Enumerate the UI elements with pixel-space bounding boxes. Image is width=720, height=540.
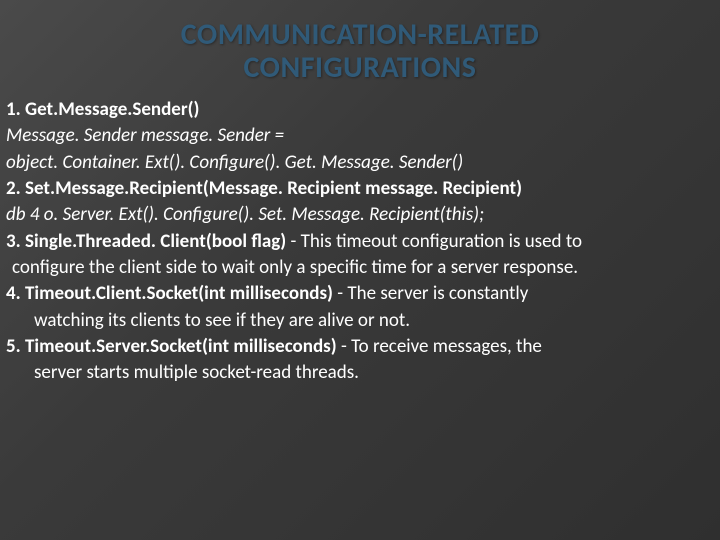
- title-line-1: COMMUNICATION-RELATED: [181, 16, 539, 53]
- item-1-head: Get.Message.Sender(): [25, 98, 199, 121]
- item-5-sep: -: [337, 335, 351, 358]
- item-1-code-b: object. Container. Ext(). Configure(). G…: [6, 151, 720, 175]
- item-5-num: 5.: [6, 335, 25, 358]
- slide-title: COMMUNICATION-RELATED CONFIGURATIONS: [0, 0, 720, 84]
- item-4-line-b: watching its clients to see if they are …: [6, 309, 720, 333]
- item-3-line-b: configure the client side to wait only a…: [6, 256, 720, 280]
- item-3-sep: -: [286, 230, 300, 253]
- item-2-head: Set.Message.Recipient(Message. Recipient…: [25, 177, 522, 200]
- item-3-desc-a: This timeout configuration is used to: [301, 230, 582, 253]
- item-5-head: Timeout.Server.Socket(int milliseconds): [25, 335, 337, 358]
- item-1-code-a: Message. Sender message. Sender =: [6, 124, 720, 148]
- item-5-desc-a: To receive messages, the: [351, 335, 542, 358]
- item-4-sep: -: [333, 282, 347, 305]
- item-4-num: 4.: [6, 282, 25, 305]
- slide-body: 1. Get.Message.Sender() Message. Sender …: [0, 84, 720, 385]
- item-3-head: Single.Threaded. Client(bool flag): [25, 230, 286, 253]
- item-1-num: 1.: [6, 98, 25, 121]
- item-2-heading: 2. Set.Message.Recipient(Message. Recipi…: [6, 177, 720, 201]
- item-2-num: 2.: [6, 177, 25, 200]
- item-5-line-b: server starts multiple socket-read threa…: [6, 361, 720, 385]
- slide: COMMUNICATION-RELATED CONFIGURATIONS 1. …: [0, 0, 720, 540]
- item-1-heading: 1. Get.Message.Sender(): [6, 98, 720, 122]
- item-3-line-a: 3. Single.Threaded. Client(bool flag) - …: [6, 230, 720, 254]
- item-4-head: Timeout.Client.Socket(int milliseconds): [25, 282, 333, 305]
- title-line-2: CONFIGURATIONS: [244, 49, 477, 86]
- item-5-line-a: 5. Timeout.Server.Socket(int millisecond…: [6, 335, 720, 359]
- item-2-code: db 4 o. Server. Ext(). Configure(). Set.…: [6, 203, 720, 227]
- item-3-num: 3.: [6, 230, 25, 253]
- item-4-desc-a: The server is constantly: [347, 282, 528, 305]
- item-4-line-a: 4. Timeout.Client.Socket(int millisecond…: [6, 282, 720, 306]
